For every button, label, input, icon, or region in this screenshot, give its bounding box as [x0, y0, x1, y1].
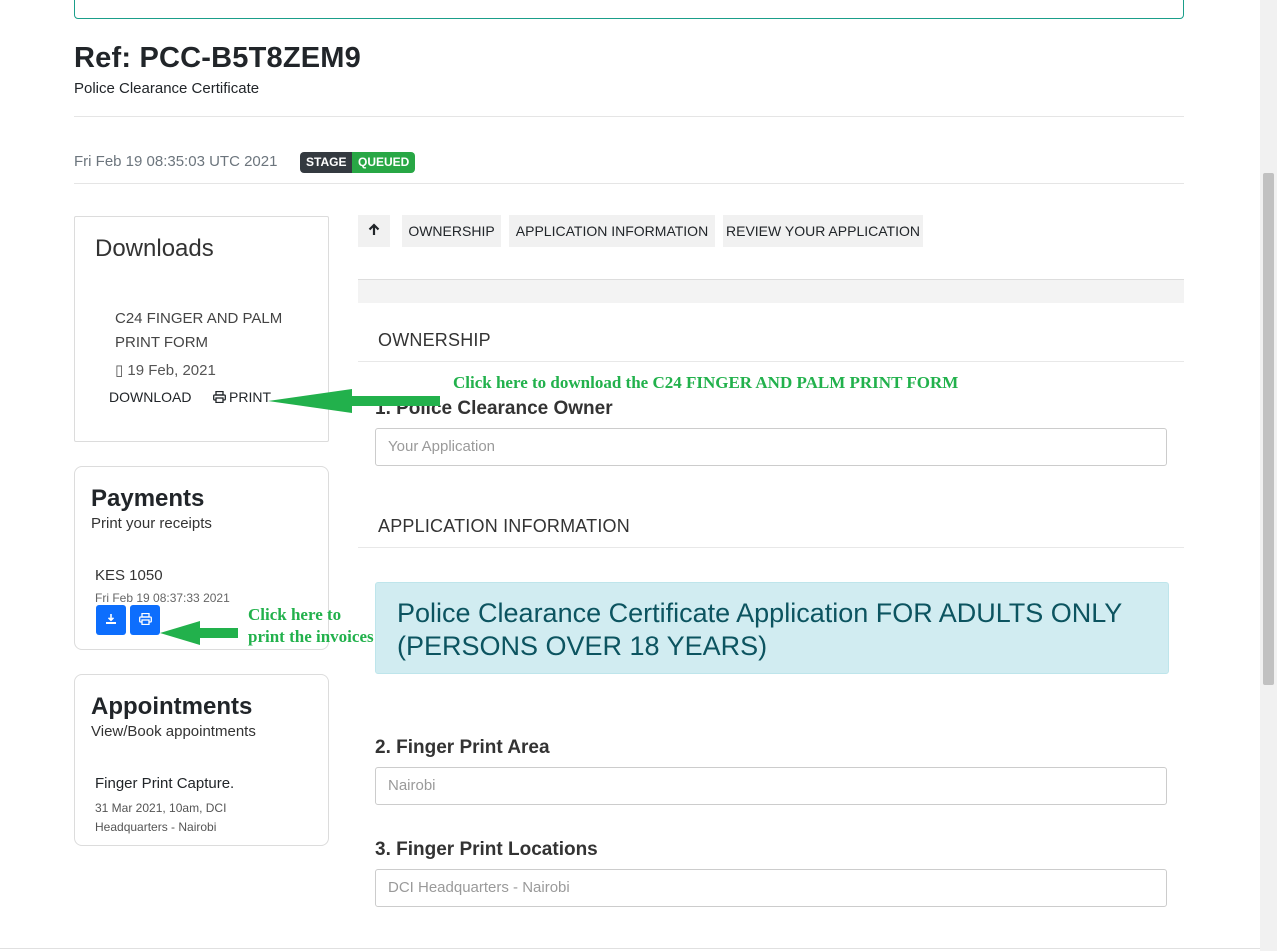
- scrollbar[interactable]: [1260, 0, 1277, 951]
- divider: [358, 547, 1184, 548]
- section-ownership: OWNERSHIP: [378, 330, 491, 350]
- form-header-band: [358, 280, 1184, 303]
- print-receipt-button[interactable]: [130, 605, 160, 635]
- payment-amount: KES 1050: [95, 567, 163, 584]
- finger-print-area-field[interactable]: Nairobi: [375, 767, 1167, 805]
- payments-title: Payments: [91, 485, 205, 512]
- submitted-timestamp: Fri Feb 19 08:35:03 UTC 2021: [74, 153, 278, 170]
- annotation-arrow-icon: [160, 621, 238, 645]
- status-badge: QUEUED: [352, 152, 415, 173]
- q3-label: 3. Finger Print Locations: [375, 839, 598, 860]
- tab-ownership[interactable]: OWNERSHIP: [402, 215, 501, 247]
- annotation-arrow-icon: [268, 389, 440, 413]
- appointment-name[interactable]: Finger Print Capture.: [95, 775, 234, 792]
- tab-review-application[interactable]: REVIEW YOUR APPLICATION: [723, 215, 923, 247]
- payments-subtitle: Print your receipts: [91, 515, 212, 532]
- download-form-name: C24 FINGER AND PALM PRINT FORM: [115, 310, 283, 351]
- payment-time: Fri Feb 19 08:37:33 2021: [95, 591, 230, 605]
- scroll-top-button[interactable]: [358, 215, 390, 247]
- tab-application-information[interactable]: APPLICATION INFORMATION: [509, 215, 715, 247]
- printer-icon: [213, 390, 226, 404]
- print-hint-line-2: print the invoices: [248, 627, 374, 646]
- arrow-up-icon: [368, 223, 380, 235]
- appointments-subtitle: View/Book appointments: [91, 723, 256, 740]
- stage-badge: STAGE: [300, 152, 352, 173]
- divider: [358, 361, 1184, 362]
- appointments-title: Appointments: [91, 693, 253, 720]
- printer-icon: [138, 612, 152, 626]
- download-form-date: ▯ 19 Feb, 2021: [115, 362, 216, 379]
- divider: [74, 183, 1184, 184]
- q2-label: 2. Finger Print Area: [375, 737, 550, 758]
- page-title: Ref: PCC-B5T8ZEM9: [74, 42, 361, 74]
- download-icon: [106, 614, 116, 624]
- print-label: PRINT: [229, 389, 271, 405]
- alert-text: Police Clearance Certificate Application…: [397, 598, 1122, 661]
- print-hint-line-1: Click here to: [248, 605, 342, 624]
- divider: [0, 948, 1260, 949]
- download-receipt-button[interactable]: [96, 605, 126, 635]
- appointment-details: 31 Mar 2021, 10am, DCI Headquarters - Na…: [95, 801, 227, 834]
- appointments-card: Appointments View/Book appointments Fing…: [74, 674, 329, 846]
- divider: [74, 116, 1184, 117]
- download-link[interactable]: DOWNLOAD: [109, 389, 191, 405]
- downloads-title: Downloads: [95, 235, 214, 262]
- download-hint: Click here to download the C24 FINGER AN…: [453, 373, 959, 392]
- owner-field[interactable]: Your Application: [375, 428, 1167, 466]
- scrollbar-thumb[interactable]: [1263, 173, 1274, 685]
- top-panel-border: [74, 0, 1184, 19]
- page-subtitle: Police Clearance Certificate: [74, 80, 260, 97]
- finger-print-location-field[interactable]: DCI Headquarters - Nairobi: [375, 869, 1167, 907]
- section-application-information: APPLICATION INFORMATION: [378, 516, 630, 536]
- info-alert: Police Clearance Certificate Application…: [375, 582, 1169, 674]
- print-link[interactable]: PRINT: [213, 389, 271, 405]
